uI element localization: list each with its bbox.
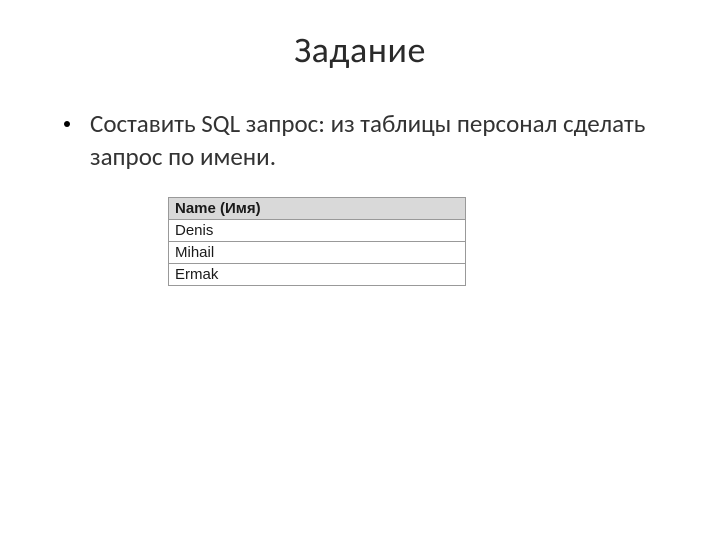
names-table: Name (Имя) Denis Mihail Ermak <box>168 197 466 286</box>
table-cell: Ermak <box>169 264 466 286</box>
table-row: Denis <box>169 220 466 242</box>
table-header-cell: Name (Имя) <box>169 198 466 220</box>
table-container: Name (Имя) Denis Mihail Ermak <box>168 197 660 286</box>
body: Составить SQL запрос: из таблицы персона… <box>60 108 660 286</box>
bullet-item: Составить SQL запрос: из таблицы персона… <box>60 108 660 173</box>
bullet-marker-icon <box>64 121 70 127</box>
page-title: Задание <box>60 28 660 72</box>
bullet-text: Составить SQL запрос: из таблицы персона… <box>90 108 660 173</box>
table-row: Mihail <box>169 242 466 264</box>
table-cell: Denis <box>169 220 466 242</box>
slide: Задание Составить SQL запрос: из таблицы… <box>0 0 720 540</box>
table-row: Ermak <box>169 264 466 286</box>
table-header-row: Name (Имя) <box>169 198 466 220</box>
table-cell: Mihail <box>169 242 466 264</box>
